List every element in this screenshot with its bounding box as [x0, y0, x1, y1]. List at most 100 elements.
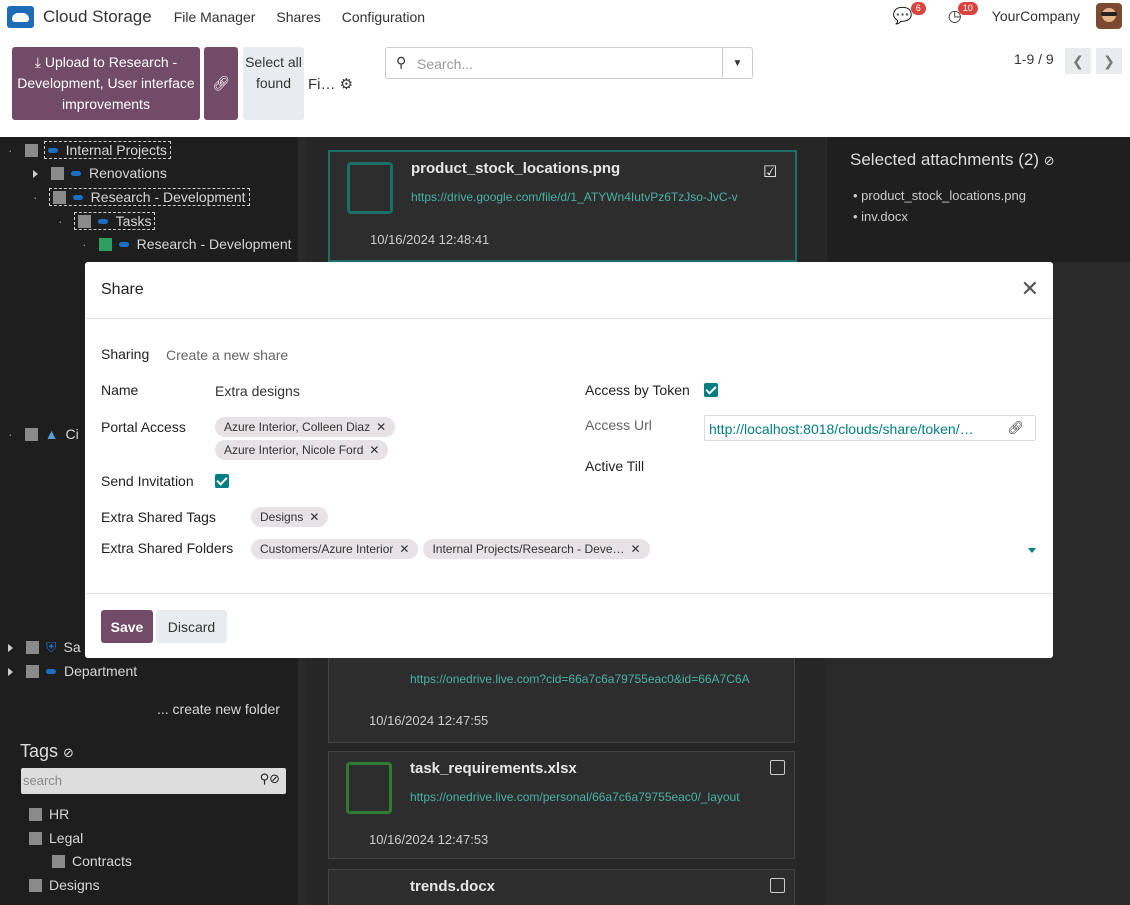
attachment-url[interactable]: https://drive.google.com/file/d/1_ATYWn4… [411, 190, 789, 204]
select-all-button[interactable]: Select all found [243, 47, 304, 120]
chevron-right-icon: ❯ [1103, 52, 1115, 69]
tag-label: Contracts [72, 853, 132, 869]
portal-access-field[interactable]: Azure Interior, Colleen Diaz ✕ [215, 417, 396, 437]
remove-tag-icon[interactable]: ✕ [631, 542, 641, 556]
upload-button[interactable]: ⤓ Upload to Research - Development, User… [12, 47, 200, 120]
link-button[interactable]: 🔗︎ [204, 47, 238, 120]
checked-checkbox-icon[interactable]: ☑ [763, 162, 777, 182]
extra-tags-field[interactable]: Designs ✕ [251, 507, 329, 527]
tree-item-internal-projects[interactable]: · Internal Projects [8, 141, 171, 159]
pager-prev-button[interactable]: ❮ [1065, 48, 1091, 74]
menu-shares[interactable]: Shares [276, 9, 320, 25]
remove-tag-icon[interactable]: ✕ [376, 420, 386, 434]
tag-item[interactable]: Legal [29, 830, 83, 846]
remove-tag-icon[interactable]: ✕ [399, 542, 409, 556]
clear-icon[interactable]: ⊘ [63, 745, 74, 760]
checkbox[interactable] [770, 760, 785, 775]
access-token-checkbox[interactable] [704, 383, 718, 397]
company-name[interactable]: YourCompany [992, 8, 1080, 24]
tags-search-input[interactable]: search ⚲⊘ [21, 768, 286, 794]
attachment-card[interactable]: task_requirements.xlsx https://onedrive.… [328, 751, 795, 859]
folder-tag: Internal Projects/Research - Deve… ✕ [423, 539, 650, 559]
user-avatar[interactable] [1096, 3, 1122, 29]
pager-next-button[interactable]: ❯ [1096, 48, 1122, 74]
access-url-value[interactable]: http://localhost:8018/clouds/share/token… [709, 421, 974, 437]
checkbox[interactable] [29, 808, 42, 821]
extra-tags-label: Extra Shared Tags [101, 509, 216, 525]
caret-right-icon[interactable] [8, 668, 13, 676]
checkbox[interactable] [29, 879, 42, 892]
chevron-left-icon: ❮ [1072, 52, 1084, 69]
tree-item-renovations[interactable]: Renovations [33, 165, 167, 181]
tree-item-department[interactable]: Department [8, 663, 137, 679]
extra-folders-label: Extra Shared Folders [101, 540, 234, 556]
tree-item-research-development-sub[interactable]: · Research - Development [82, 236, 292, 252]
selection-title: Selected attachments (2) ⊘ [850, 150, 1055, 170]
checked-checkbox[interactable] [98, 238, 112, 251]
search-input[interactable]: Search... [417, 56, 473, 72]
attachment-url[interactable]: https://onedrive.live.com/personal/66a7c… [410, 790, 788, 804]
pager-value[interactable]: 1-9 / 9 [1014, 51, 1054, 67]
attachment-card[interactable]: product_stock_locations.png https://driv… [328, 150, 797, 262]
tag-item[interactable]: HR [29, 806, 69, 822]
folders-dropdown-icon[interactable] [1028, 548, 1036, 553]
create-folder-link[interactable]: ... create new folder [157, 701, 280, 717]
checkbox[interactable] [77, 215, 91, 228]
attachment-url[interactable]: https://onedrive.live.com?cid=66a7c6a797… [410, 672, 788, 686]
portal-access-field-row2[interactable]: Azure Interior, Nicole Ford ✕ [215, 440, 389, 460]
discard-button[interactable]: Discard [156, 610, 227, 643]
tag-item[interactable]: Designs [29, 877, 100, 893]
close-icon[interactable]: ✕ [1021, 278, 1039, 300]
checkbox[interactable] [26, 665, 39, 678]
caret-right-icon[interactable] [33, 170, 38, 178]
gear-icon[interactable]: ⚙ [340, 76, 353, 93]
cloud-icon [97, 219, 108, 224]
remove-tag-icon[interactable]: ✕ [369, 443, 379, 457]
remove-tag-icon[interactable]: ✕ [309, 510, 319, 524]
tree-item-sales[interactable]: ⛨ Sa [8, 639, 81, 656]
checkbox[interactable] [24, 144, 38, 157]
search-dropdown-toggle[interactable]: ▼ [722, 48, 752, 78]
checkbox[interactable] [26, 641, 39, 654]
save-button[interactable]: Save [101, 610, 153, 643]
tree-item-customers[interactable]: · ▲ Ci [8, 426, 79, 442]
caret-right-icon[interactable] [8, 644, 13, 652]
menu-file-manager[interactable]: File Manager [174, 9, 256, 25]
send-invitation-checkbox[interactable] [215, 474, 229, 488]
sharing-value: Create a new share [166, 347, 289, 363]
menu-configuration[interactable]: Configuration [342, 9, 425, 25]
activities-clock-icon[interactable]: ◷ 10 [944, 2, 978, 27]
tree-item-research-development[interactable]: · Research - Development [33, 188, 250, 206]
link-icon[interactable]: 🔗︎ [1007, 420, 1024, 436]
folder-tag-label: Internal Projects/Research - Deve… [432, 542, 625, 556]
attachment-name[interactable]: trends.docx [410, 878, 495, 895]
extra-tag: Designs ✕ [251, 507, 329, 527]
checkbox[interactable] [24, 428, 38, 441]
search-bar[interactable]: ⚲ Search... ▼ [385, 47, 753, 79]
messages-icon[interactable]: 💬 6 [892, 2, 926, 27]
extra-folders-field[interactable]: Customers/Azure Interior ✕ Internal Proje… [251, 539, 650, 559]
selected-attachment[interactable]: • inv.docx [853, 209, 908, 224]
tag-item[interactable]: Contracts [52, 853, 132, 869]
name-field[interactable]: Extra designs [215, 383, 300, 399]
attachment-card[interactable]: trends.docx [328, 869, 795, 905]
selection-title-text: Selected attachments (2) [850, 150, 1039, 169]
app-brand[interactable]: Cloud Storage [7, 5, 152, 28]
attachment-card[interactable]: https://onedrive.live.com?cid=66a7c6a797… [328, 658, 795, 743]
checkbox[interactable] [29, 832, 42, 845]
attachment-name[interactable]: task_requirements.xlsx [410, 760, 577, 777]
portal-tag: Azure Interior, Colleen Diaz ✕ [215, 417, 396, 437]
checkbox[interactable] [51, 167, 64, 180]
tree-item-tasks[interactable]: · Tasks [58, 212, 156, 230]
selected-attachment[interactable]: • product_stock_locations.png [853, 188, 1026, 203]
filters-label[interactable]: Fi… ⚙ [308, 75, 353, 93]
clear-icon[interactable]: ⊘ [1044, 153, 1055, 168]
search-clear-icons[interactable]: ⚲⊘ [260, 771, 280, 787]
checkbox[interactable] [770, 878, 785, 893]
tree-label: Sa [63, 639, 81, 655]
activities-badge: 10 [957, 2, 978, 15]
checkbox[interactable] [52, 191, 66, 204]
checkbox[interactable] [52, 855, 65, 868]
access-url-field[interactable]: http://localhost:8018/clouds/share/token… [704, 415, 1036, 441]
attachment-name[interactable]: product_stock_locations.png [411, 160, 620, 177]
